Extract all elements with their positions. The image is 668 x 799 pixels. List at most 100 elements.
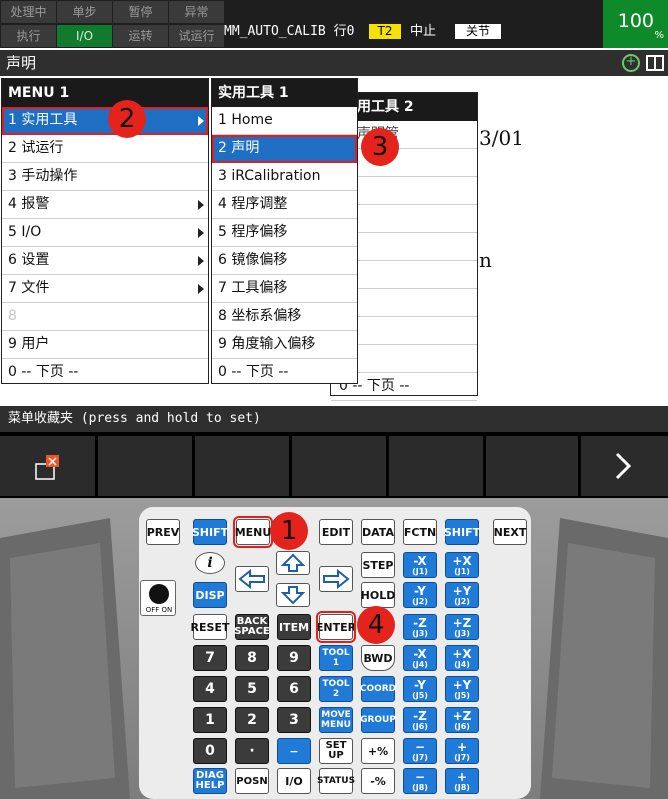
menu-item-setup[interactable]: 6 设置 [2, 247, 208, 275]
status-key[interactable]: STATUS [317, 768, 355, 794]
num-0-key[interactable]: 0 [193, 738, 227, 764]
item-key[interactable]: ITEM [277, 614, 311, 640]
num-1-key[interactable]: 1 [193, 707, 227, 733]
fctn-key[interactable]: FCTN [403, 519, 437, 545]
info-key[interactable]: i [195, 552, 225, 574]
fkey-6[interactable] [486, 436, 578, 496]
minus-key[interactable]: − [277, 738, 311, 764]
reset-key[interactable]: RESET [191, 614, 229, 640]
menu-item-io[interactable]: 5 I/O [2, 219, 208, 247]
disp-key[interactable]: DISP [193, 582, 227, 608]
submenu-item-mirror-shift[interactable]: 6 镜像偏移 [212, 247, 357, 275]
submenu-item-home[interactable]: 1 Home [212, 107, 357, 135]
cursor-down-key[interactable] [276, 583, 310, 607]
num-5-key[interactable]: 5 [235, 676, 269, 702]
submenu-item-next-page[interactable]: 0 -- 下页 -- [212, 359, 357, 387]
menu-item-user[interactable]: 9 用户 [2, 331, 208, 359]
jog-ry-plus-key[interactable]: +Y (J5) [445, 676, 479, 702]
fkey-1[interactable] [0, 436, 95, 496]
fkey-5[interactable] [389, 436, 483, 496]
speed-down-key[interactable]: -% [361, 768, 395, 794]
posn-key[interactable]: POSN [235, 768, 269, 794]
jog-y-plus-key[interactable]: +Y (J2) [445, 582, 479, 608]
menu-item-manual-fctns[interactable]: 3 手动操作 [2, 163, 208, 191]
next-key[interactable]: NEXT [493, 519, 527, 545]
edit-key[interactable]: EDIT [319, 519, 353, 545]
num-9-key[interactable]: 9 [277, 645, 311, 671]
cursor-up-key[interactable] [276, 551, 310, 575]
jog-x-minus-key[interactable]: -X (J1) [403, 552, 437, 578]
speed-up-key[interactable]: +% [361, 738, 395, 764]
jog-rz-minus-key[interactable]: -Z (J6) [403, 707, 437, 733]
override-value: 100 [617, 10, 654, 32]
menu-item-file[interactable]: 7 文件 [2, 275, 208, 303]
diag-help-key[interactable]: DIAG HELP [193, 768, 227, 794]
num-3-key[interactable]: 3 [277, 707, 311, 733]
menu-item-alarm[interactable]: 4 报警 [2, 191, 208, 219]
fkey-2[interactable] [98, 436, 192, 496]
num-8-key[interactable]: 8 [235, 645, 269, 671]
num-2-key[interactable]: 2 [235, 707, 269, 733]
backspace-key[interactable]: BACK SPACE [234, 614, 270, 640]
submenu-item-angle-entry-shift[interactable]: 9 角度输入偏移 [212, 331, 357, 359]
fkey-3[interactable] [195, 436, 289, 496]
submenu-item-program-shift[interactable]: 5 程序偏移 [212, 219, 357, 247]
favorites-bar: 菜单收藏夹 (press and hold to set) [0, 406, 668, 432]
menu-item-test-cycle[interactable]: 2 试运行 [2, 135, 208, 163]
enable-switch[interactable]: OFF ON [140, 580, 176, 616]
jog-rx-minus-key[interactable]: -X (J4) [403, 645, 437, 671]
arrow-right-icon [323, 569, 350, 589]
jog-rx-plus-key[interactable]: +X (J4) [445, 645, 479, 671]
jog-z-minus-key[interactable]: -Z (J3) [403, 614, 437, 640]
cursor-right-key[interactable] [319, 566, 353, 592]
tool1-key[interactable]: TOOL 1 [319, 645, 353, 671]
status-step: 单步 [57, 1, 112, 23]
jog-j8-plus-key[interactable]: + (J8) [445, 768, 479, 794]
submenu-item-declaration[interactable]: 2 声明 [212, 135, 357, 163]
jog-rz-plus-key[interactable]: +Z (J6) [445, 707, 479, 733]
tool2-key[interactable]: TOOL 2 [319, 676, 353, 702]
menu-item-label: 6 设置 [8, 252, 50, 268]
menu-item-next-page[interactable]: 0 -- 下页 -- [2, 359, 208, 387]
submenu-item-ircalibration[interactable]: 3 iRCalibration [212, 163, 357, 191]
move-menu-key[interactable]: MOVE MENU [319, 707, 353, 733]
jog-j7-minus-key[interactable]: − (J7) [403, 738, 437, 764]
group-key[interactable]: GROUP [360, 707, 396, 733]
submenu-item-tool-offset[interactable]: 7 工具偏移 [212, 275, 357, 303]
jog-x-plus-key[interactable]: +X (J1) [445, 552, 479, 578]
cursor-left-key[interactable] [235, 566, 269, 592]
enter-key[interactable]: ENTER [316, 611, 356, 643]
submenu-item-program-adjust[interactable]: 4 程序调整 [212, 191, 357, 219]
fkey-4[interactable] [292, 436, 386, 496]
override-display[interactable]: 100 % [603, 0, 668, 48]
submenu-item-frame-offset[interactable]: 8 坐标系偏移 [212, 303, 357, 331]
jog-z-plus-key[interactable]: +Z (J3) [445, 614, 479, 640]
menu-item-utilities[interactable]: 1 实用工具 [2, 107, 208, 135]
num-4-key[interactable]: 4 [193, 676, 227, 702]
zoom-in-icon[interactable]: + [622, 54, 640, 72]
setup-key[interactable]: SET UP [319, 738, 353, 764]
jog-y-minus-key[interactable]: -Y (J2) [403, 582, 437, 608]
num-7-key[interactable]: 7 [193, 645, 227, 671]
coord-key[interactable]: COORD [360, 676, 396, 702]
split-window-icon[interactable] [646, 55, 664, 71]
bwd-key[interactable]: BWD [361, 645, 395, 671]
dot-key[interactable]: · [235, 738, 269, 764]
menu-key[interactable]: MENU [233, 516, 273, 548]
utilities-submenu: 实用工具 1 1 Home 2 声明 3 iRCalibration 4 程序调… [211, 78, 358, 384]
shift-key-left[interactable]: SHIFT [192, 519, 228, 545]
jog-j7-plus-key[interactable]: + (J7) [445, 738, 479, 764]
shift-key-right[interactable]: SHIFT [444, 519, 480, 545]
jog-j8-minus-key[interactable]: − (J8) [403, 768, 437, 794]
prev-key[interactable]: PREV [146, 519, 180, 545]
status-tcyc: 试运行 [169, 25, 224, 47]
step-key[interactable]: STEP [361, 552, 395, 578]
hold-key[interactable]: HOLD [361, 582, 395, 608]
num-6-key[interactable]: 6 [277, 676, 311, 702]
data-key[interactable]: DATA [361, 519, 395, 545]
submenu-arrow-icon [198, 256, 204, 266]
jog-ry-minus-key[interactable]: -Y (J5) [403, 676, 437, 702]
fkey-next[interactable] [581, 436, 668, 496]
io-key[interactable]: I/O [277, 768, 311, 794]
off-on-label: OFF ON [145, 606, 173, 614]
